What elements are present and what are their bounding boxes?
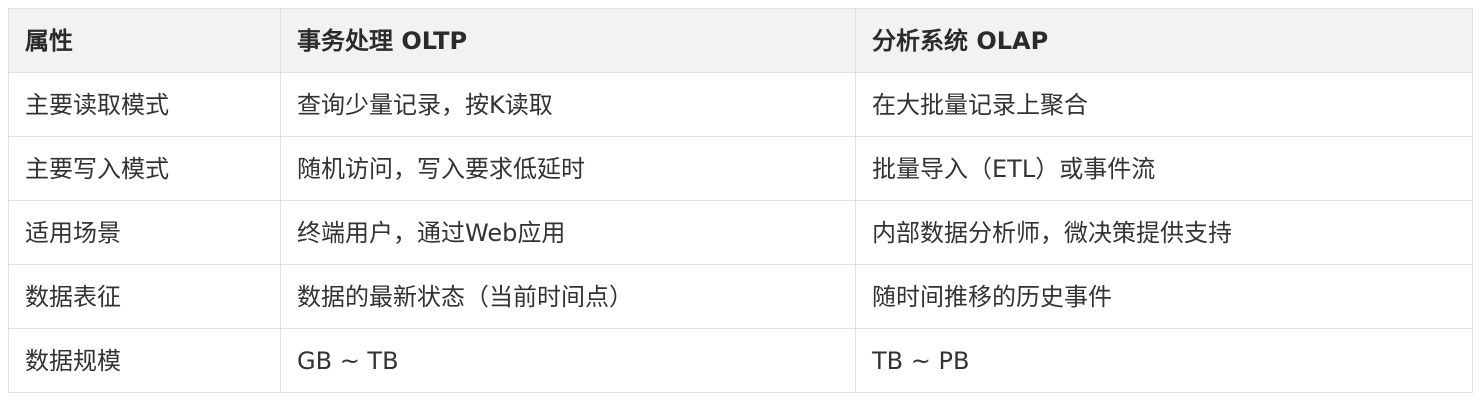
header-olap: 分析系统 OLAP [855,8,1473,73]
olap-cell: 批量导入（ETL）或事件流 [855,136,1473,201]
olap-cell: 内部数据分析师，微决策提供支持 [855,200,1473,265]
olap-cell: 随时间推移的历史事件 [855,264,1473,329]
row-attribute-cell: 数据表征 [8,264,281,329]
oltp-cell: GB ~ TB [280,328,856,393]
table-row: 主要读取模式 查询少量记录，按K读取 在大批量记录上聚合 [8,72,1473,137]
olap-cell: 在大批量记录上聚合 [855,72,1473,137]
oltp-cell: 终端用户，通过Web应用 [280,200,856,265]
oltp-cell: 数据的最新状态（当前时间点） [280,264,856,329]
header-row: 属性 事务处理 OLTP 分析系统 OLAP [8,8,1473,73]
row-attribute-cell: 主要读取模式 [8,72,281,137]
header-oltp: 事务处理 OLTP [280,8,856,73]
row-attribute-cell: 适用场景 [8,200,281,265]
oltp-cell: 查询少量记录，按K读取 [280,72,856,137]
comparison-table-container: 属性 事务处理 OLTP 分析系统 OLAP 主要读取模式 查询少量记录，按K读… [8,8,1473,393]
header-attribute: 属性 [8,8,281,73]
row-attribute-cell: 数据规模 [8,328,281,393]
table-header: 属性 事务处理 OLTP 分析系统 OLAP [8,8,1473,73]
table-body: 主要读取模式 查询少量记录，按K读取 在大批量记录上聚合 主要写入模式 随机访问… [8,72,1473,393]
row-attribute-cell: 主要写入模式 [8,136,281,201]
oltp-olap-comparison-table: 属性 事务处理 OLTP 分析系统 OLAP 主要读取模式 查询少量记录，按K读… [8,8,1473,393]
table-row: 数据规模 GB ~ TB TB ~ PB [8,328,1473,393]
table-row: 主要写入模式 随机访问，写入要求低延时 批量导入（ETL）或事件流 [8,136,1473,201]
oltp-cell: 随机访问，写入要求低延时 [280,136,856,201]
table-row: 数据表征 数据的最新状态（当前时间点） 随时间推移的历史事件 [8,264,1473,329]
olap-cell: TB ~ PB [855,328,1473,393]
table-row: 适用场景 终端用户，通过Web应用 内部数据分析师，微决策提供支持 [8,200,1473,265]
